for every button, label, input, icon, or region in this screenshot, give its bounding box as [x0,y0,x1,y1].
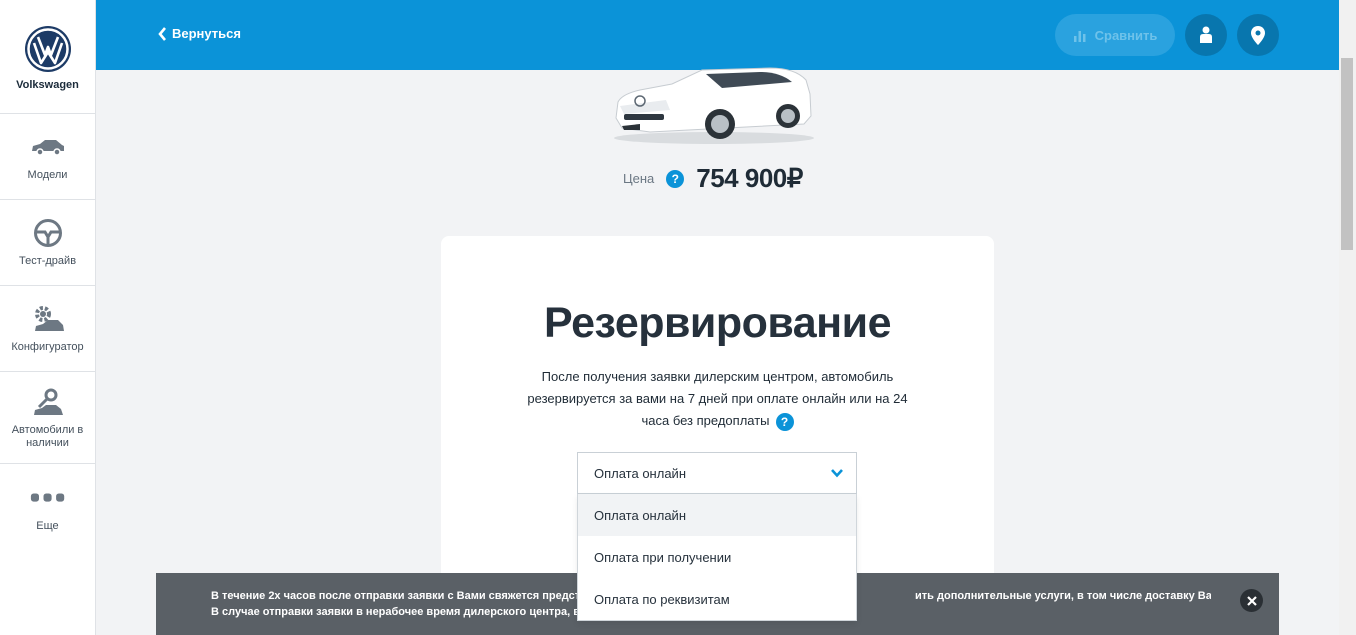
top-header: Вернуться Сравнить [96,0,1339,70]
compare-button[interactable]: Сравнить [1055,14,1175,56]
sidebar-item-more[interactable]: Еще [0,464,95,550]
back-label: Вернуться [172,26,241,41]
sidebar-item-label: Тест-драйв [18,255,77,267]
payment-option-on-receipt[interactable]: Оплата при получении [578,536,856,578]
payment-option-online[interactable]: Оплата онлайн [578,494,856,536]
brand-logo-link[interactable]: Volkswagen [0,0,95,114]
brand-name: Volkswagen [16,79,79,91]
back-button[interactable]: Вернуться [158,26,241,41]
steering-wheel-icon [30,217,66,249]
car-icon [30,131,66,163]
close-icon [1246,595,1257,606]
scrollbar-thumb[interactable] [1341,58,1353,250]
sidebar-item-configurator[interactable]: Конфигуратор [0,286,95,372]
sidebar-item-label: Конфигуратор [11,341,84,353]
notice-line-1-end: ить дополнительные услуги, в том числе д… [915,590,1211,602]
price-label: Цена [623,171,655,186]
price-row: Цена ? 754 900₽ [623,163,803,194]
key-car-icon [30,386,66,418]
payment-method-dropdown: Оплата онлайн Оплата при получении Оплат… [577,494,857,621]
chevron-left-icon [158,26,166,41]
gear-car-icon [30,303,66,335]
bar-chart-icon [1073,31,1086,42]
reservation-description-text: После получения заявки дилерским центром… [527,369,908,428]
vw-logo-icon [24,26,71,72]
sidebar-item-label: Еще [36,519,59,532]
more-icon [30,482,66,514]
car-image [614,67,814,144]
price-value: 754 900₽ [696,163,803,193]
dealer-location-button[interactable] [1237,14,1279,56]
map-pin-icon [1251,25,1265,45]
sidebar-item-models[interactable]: Модели [0,114,95,200]
notice-line-1-start: В течение 2х часов после отправки заявки… [211,590,636,602]
compare-label: Сравнить [1094,27,1158,43]
page-scrollbar[interactable] [1339,0,1356,635]
reservation-description: После получения заявки дилерским центром… [525,366,910,432]
sidebar-item-test-drive[interactable]: Тест-драйв [0,200,95,286]
payment-option-bank-details[interactable]: Оплата по реквизитам [578,578,856,620]
reservation-help-icon[interactable]: ? [775,412,794,431]
sidebar-item-in-stock[interactable]: Автомобили в наличии [0,372,95,464]
payment-method-value: Оплата онлайн [594,465,686,481]
price-help-icon[interactable]: ? [666,169,685,188]
sidebar-item-label: Модели [27,169,68,181]
payment-method-select[interactable]: Оплата онлайн [577,452,857,494]
chevron-down-icon [831,469,843,478]
sidebar: Volkswagen Модели Тест-драйв Конфигурато… [0,0,96,635]
sidebar-item-label: Автомобили в наличии [11,423,84,449]
user-icon [1200,26,1212,43]
reservation-title: Резервирование [543,299,892,347]
notice-close-button[interactable] [1240,589,1263,612]
account-button[interactable] [1185,14,1227,56]
